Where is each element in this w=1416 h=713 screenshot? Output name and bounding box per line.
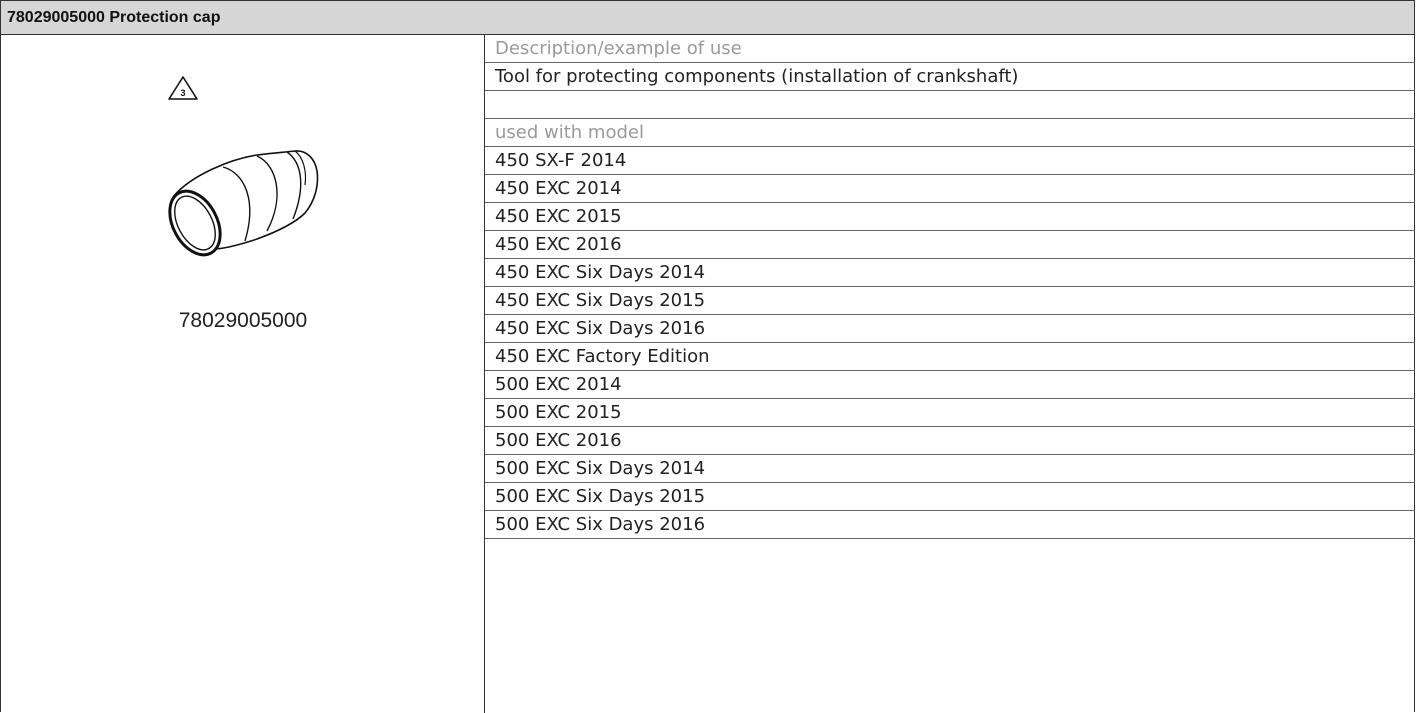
model-row: 500 EXC 2014	[485, 371, 1415, 399]
blank-row	[485, 91, 1415, 119]
title-bar: 78029005000 Protection cap	[1, 1, 1414, 35]
protection-cap-illustration	[168, 150, 319, 257]
model-row: 500 EXC Six Days 2015	[485, 483, 1415, 511]
model-row: 500 EXC Six Days 2016	[485, 511, 1415, 539]
model-row: 450 SX-F 2014	[485, 147, 1415, 175]
tool-details: Description/example of use Tool for prot…	[485, 35, 1415, 713]
model-row: 450 EXC Six Days 2015	[485, 287, 1415, 315]
tool-sheet: 78029005000 Protection cap 3 78029005000…	[0, 0, 1415, 713]
part-number-label: 78029005000	[178, 309, 308, 332]
model-row: 450 EXC 2015	[485, 203, 1415, 231]
model-row: 500 EXC 2015	[485, 399, 1415, 427]
model-row: 450 EXC 2014	[485, 175, 1415, 203]
model-row: 450 EXC Six Days 2014	[485, 259, 1415, 287]
page-title: 78029005000 Protection cap	[7, 8, 221, 26]
model-row: 450 EXC Factory Edition	[485, 343, 1415, 371]
model-row: 450 EXC Six Days 2016	[485, 315, 1415, 343]
model-row: 500 EXC Six Days 2014	[485, 455, 1415, 483]
description-caption: Description/example of use	[485, 35, 1415, 63]
model-row: 450 EXC 2016	[485, 231, 1415, 259]
models-caption: used with model	[485, 119, 1415, 147]
warning-triangle-icon: 3	[168, 76, 198, 100]
warning-number: 3	[180, 88, 185, 98]
model-row: 500 EXC 2016	[485, 427, 1415, 455]
description-text: Tool for protecting components (installa…	[485, 63, 1415, 91]
tool-image-panel: 3 78029005000	[1, 35, 485, 713]
